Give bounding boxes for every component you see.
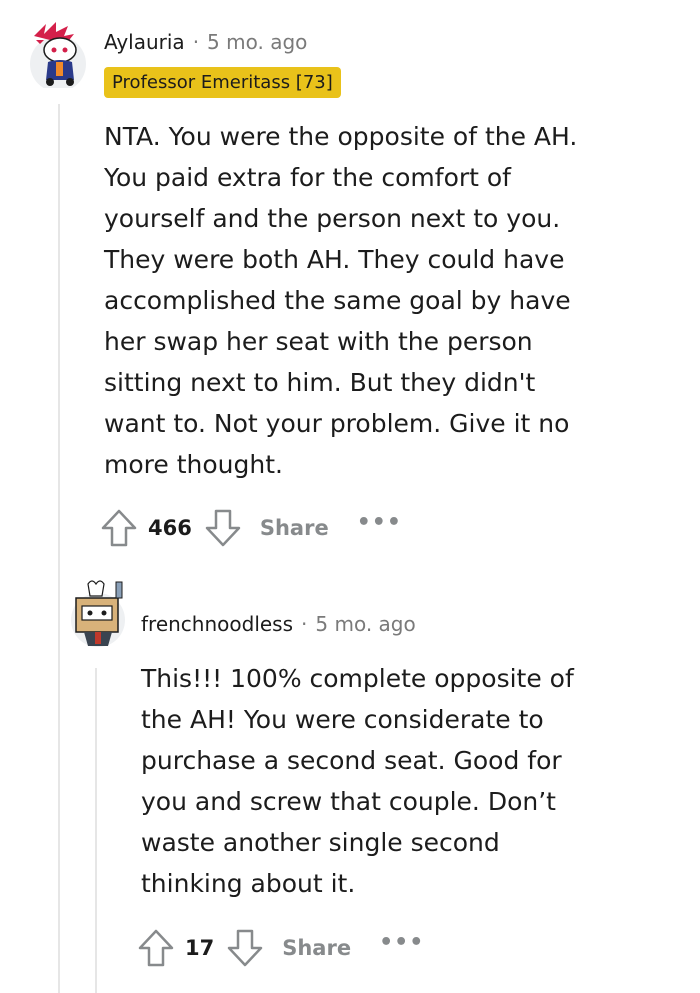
share-button[interactable]: Share [282, 936, 351, 960]
downvote-arrow-icon[interactable] [204, 508, 242, 548]
upvote-arrow-icon[interactable] [100, 508, 138, 548]
comment-username[interactable]: frenchnoodless [141, 612, 293, 636]
comment-username[interactable]: Aylauria [104, 30, 185, 54]
thread-line-parent[interactable] [58, 104, 60, 993]
comment-body: NTA. You were the opposite of the AH. Yo… [104, 122, 578, 479]
downvote-arrow-icon[interactable] [226, 928, 264, 968]
snoo-avatar-icon [71, 580, 125, 647]
more-options-icon[interactable]: ••• [379, 930, 424, 955]
snoo-avatar-icon [30, 22, 86, 88]
share-button[interactable]: Share [260, 516, 329, 540]
upvote-arrow-icon[interactable] [137, 928, 175, 968]
comment-timestamp[interactable]: 5 mo. ago [315, 612, 415, 636]
comment-body: This!!! 100% complete opposite of the AH… [141, 664, 574, 898]
more-options-icon[interactable]: ••• [357, 510, 402, 535]
vote-count: 466 [148, 516, 192, 540]
user-avatar[interactable] [26, 18, 88, 88]
comment-timestamp[interactable]: 5 mo. ago [207, 30, 307, 54]
meta-separator: · [192, 30, 200, 54]
thread-line-reply[interactable] [95, 668, 97, 993]
vote-count: 17 [185, 936, 215, 960]
user-avatar[interactable] [68, 576, 130, 652]
user-flair-badge: Professor Emeritass [73] [104, 67, 341, 98]
meta-separator: · [301, 612, 308, 636]
